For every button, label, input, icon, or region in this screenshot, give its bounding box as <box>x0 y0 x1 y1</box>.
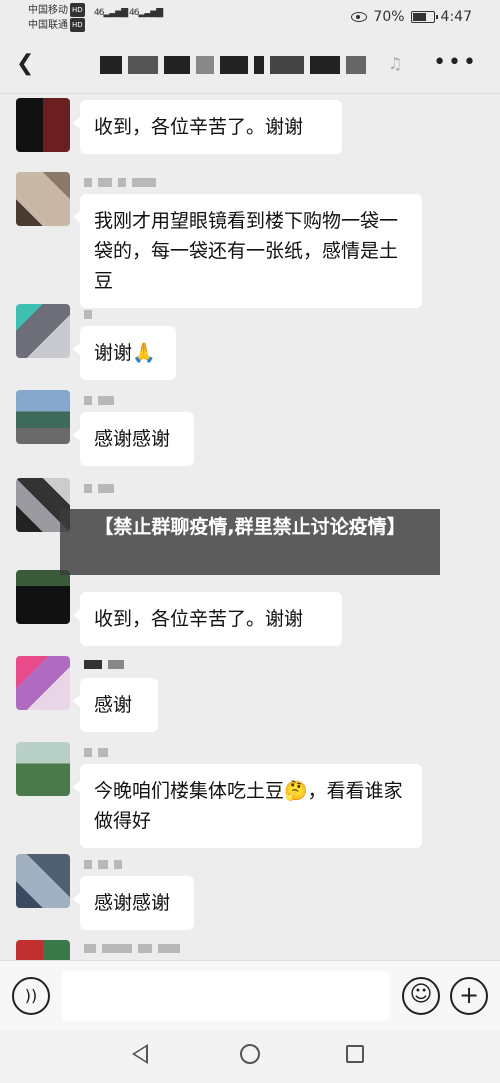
hd-badge: HD <box>70 18 85 32</box>
chat-header: ❮ ♫ ••• <box>0 36 500 94</box>
voice-icon[interactable]: )) <box>12 977 50 1015</box>
message-bubble[interactable]: 今晚咱们楼集体吃土豆🤔，看看谁家做得好 <box>73 764 422 848</box>
carrier-2-label: 中国联通 <box>28 20 68 31</box>
avatar[interactable] <box>16 98 70 152</box>
sender-name <box>84 860 122 870</box>
avatar[interactable] <box>16 940 70 960</box>
signal-icon: ▂▃▅▇ <box>138 8 163 18</box>
battery-level <box>412 13 426 21</box>
sender-name <box>84 484 114 494</box>
avatar[interactable] <box>16 854 70 908</box>
carrier-1-label: 中国移动 <box>28 5 68 16</box>
avatar[interactable] <box>16 304 70 358</box>
avatar[interactable] <box>16 570 70 624</box>
bell-off-icon: ♫ <box>388 54 403 73</box>
message-input[interactable] <box>62 971 390 1021</box>
sender-name <box>84 310 92 320</box>
nav-recent-icon[interactable] <box>346 1045 364 1063</box>
input-bar: )) ☺ + <box>0 960 500 1030</box>
message-bubble[interactable]: 收到，各位辛苦了。谢谢 <box>73 100 342 154</box>
carrier-info: 中国移动 HD 中国联通 HD <box>28 3 85 33</box>
sender-name <box>84 748 108 758</box>
sender-name <box>84 178 156 188</box>
hd-badge: HD <box>70 3 85 17</box>
plus-icon[interactable]: + <box>450 977 488 1015</box>
message-bubble[interactable]: 收到，各位辛苦了。谢谢 <box>73 592 342 646</box>
avatar[interactable] <box>16 656 70 710</box>
nav-home-icon[interactable] <box>240 1044 260 1064</box>
clock: 4:47 <box>440 9 472 25</box>
headline-overlay: 【禁止群聊疫情,群里禁止讨论疫情】 <box>60 509 440 575</box>
message-bubble[interactable]: 感谢感谢 <box>73 876 194 930</box>
emoji-icon[interactable]: ☺ <box>402 977 440 1015</box>
chat-title-pixelated <box>100 56 366 74</box>
eye-icon <box>351 12 368 22</box>
more-horizontal-icon[interactable]: ••• <box>433 50 478 75</box>
system-nav-bar <box>0 1030 500 1083</box>
battery-percent: 70% <box>373 9 405 25</box>
avatar[interactable] <box>16 390 70 444</box>
network-indicator: 46▂▃▅▇ 46▂▃▅▇ <box>94 8 163 18</box>
avatar[interactable] <box>16 742 70 796</box>
message-bubble[interactable]: 谢谢🙏 <box>73 326 176 380</box>
chevron-left-icon[interactable]: ❮ <box>16 52 40 76</box>
message-bubble[interactable]: 感谢 <box>73 678 158 732</box>
sender-name <box>84 396 114 406</box>
signal-icon: ▂▃▅▇ <box>103 8 128 18</box>
message-bubble[interactable]: 我刚才用望眼镜看到楼下购物一袋一袋的，每一袋还有一张纸，感情是土豆 <box>73 194 422 308</box>
nav-back-icon[interactable] <box>132 1044 148 1064</box>
message-bubble[interactable]: 感谢感谢 <box>73 412 194 466</box>
sender-name <box>84 944 180 954</box>
battery-icon <box>410 11 438 23</box>
status-right: 70% 4:47 <box>351 9 472 25</box>
status-bar: 中国移动 HD 中国联通 HD 46▂▃▅▇ 46▂▃▅▇ 70% 4:47 <box>0 0 500 36</box>
sender-name <box>84 660 124 670</box>
avatar[interactable] <box>16 172 70 226</box>
